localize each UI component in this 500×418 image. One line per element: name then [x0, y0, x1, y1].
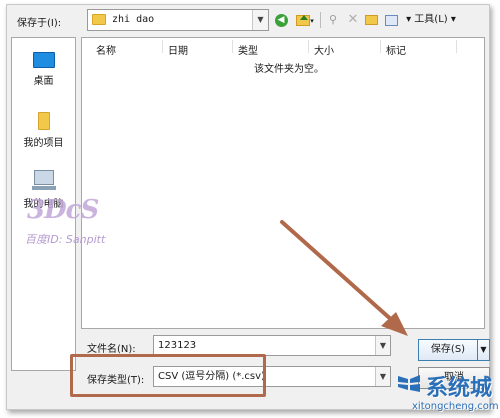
site-url-text: xitongcheng.com: [412, 401, 499, 412]
site-watermark: 系统城 xitongcheng.com: [396, 372, 500, 418]
site-brand-text: 系统城: [426, 376, 493, 401]
site-logo-icon: [398, 375, 420, 392]
annotation-arrow: [280, 220, 408, 336]
arrow-shaft: [280, 220, 396, 324]
screenshot-frame: 保存于(I): zhi dao ▼ ◀ ▾ ⚲ ✕ ▾ 工具(L) ▾ 桌面 我…: [0, 0, 500, 418]
